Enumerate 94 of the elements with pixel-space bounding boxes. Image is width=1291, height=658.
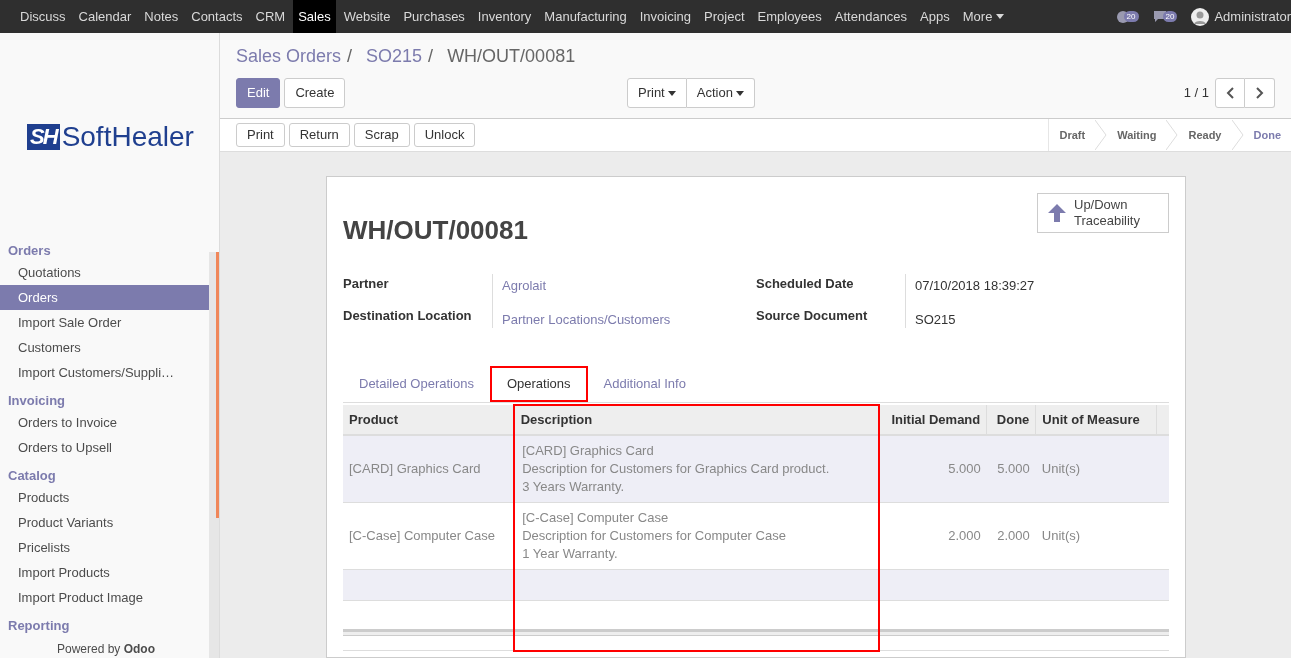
breadcrumb-separator: / [428, 45, 434, 68]
description-cell: [C-Case] Computer Case Description for Customers for Computer Case 1 Year Warranty. [514, 502, 880, 569]
app-menu-item[interactable]: Notes [139, 0, 184, 33]
column-header[interactable]: Description [514, 405, 880, 435]
table-cell: Unit(s) [1035, 502, 1157, 569]
app-menu-item[interactable]: Manufacturing [539, 0, 632, 33]
field-link[interactable]: Partner Locations/Customers [502, 310, 671, 328]
breadcrumb-current: WH/OUT/00081 [447, 45, 576, 68]
field-label: Destination Location [343, 307, 473, 324]
toolbar-button[interactable]: Scrap [353, 123, 410, 147]
app-menu-item[interactable]: Inventory [472, 0, 537, 33]
app-menu-item[interactable]: Attendances [829, 0, 913, 33]
previous-button[interactable] [1215, 78, 1245, 108]
sidebar-section-title: Catalog [7, 466, 57, 485]
toolbar-button[interactable]: Print [236, 123, 285, 147]
sidebar-item[interactable]: Import Product Image [0, 585, 209, 610]
sidebar-item[interactable]: Import Customers/Suppli… [0, 360, 209, 385]
notebook-tab[interactable]: Detailed Operations [343, 366, 490, 402]
secondary-button[interactable]: Create [284, 78, 346, 108]
app-menu-item[interactable]: Purchases [398, 0, 470, 33]
table-cell: 2.000 [986, 502, 1036, 569]
app-menu-item[interactable]: Calendar [73, 0, 137, 33]
powered-by-text: Powered by Odoo [56, 641, 157, 658]
column-header[interactable]: Initial Demand [879, 405, 987, 435]
field-label: Source Document [756, 307, 869, 324]
notebook-tab[interactable]: Additional Info [587, 366, 702, 402]
user-menu[interactable]: Administrator [1191, 6, 1291, 27]
sidebar-section-title: Reporting [7, 616, 71, 635]
table-cell: Unit(s) [1035, 435, 1157, 502]
column-header[interactable]: Product [343, 405, 515, 435]
notebook-tab[interactable]: Operations [489, 366, 588, 402]
primary-button[interactable]: Edit [236, 78, 281, 108]
table-cell: [C-Case] Computer Case [343, 502, 515, 569]
sidebar-item[interactable]: Import Sale Order [0, 310, 209, 335]
sidebar-item[interactable]: Products [0, 485, 209, 510]
app-menu-item[interactable]: Invoicing [634, 0, 697, 33]
company-logo: SH SoftHealer [0, 33, 219, 240]
app-menu-item[interactable]: Discuss [15, 0, 71, 33]
app-menu-item[interactable]: Sales [293, 0, 336, 33]
pager-value: 1 / 1 [1183, 84, 1209, 103]
avatar-icon [1191, 7, 1210, 26]
toolbar-button[interactable]: Unlock [413, 123, 476, 147]
caret-icon [735, 90, 744, 96]
sidebar-item[interactable]: Import Products [0, 560, 209, 585]
next-button[interactable] [1245, 78, 1275, 108]
sidebar-item[interactable]: Orders to Invoice [0, 410, 209, 435]
dropdown-button[interactable]: Print [627, 78, 687, 108]
table-cell: 2.000 [879, 502, 987, 569]
app-menu-item[interactable]: Project [699, 0, 750, 33]
status-step[interactable]: Draft [1049, 126, 1096, 144]
column-header[interactable]: Done [986, 405, 1036, 435]
caret-icon [996, 14, 1005, 19]
field-value: SO215 [915, 311, 957, 328]
field-link[interactable]: Agrolait [502, 276, 671, 294]
more-menu[interactable]: More [957, 0, 1010, 33]
sidebar-item[interactable]: Product Variants [0, 510, 209, 535]
messages-button[interactable]: 20 [1152, 10, 1178, 23]
dropdown-button[interactable]: Action [686, 78, 755, 108]
app-menu-item[interactable]: CRM [250, 0, 291, 33]
sidebar-section-title: Invoicing [7, 391, 67, 410]
sidebar-item[interactable]: Orders [0, 285, 209, 310]
field-value: 07/10/2018 18:39:27 [915, 277, 1035, 294]
table-cell: [CARD] Graphics Card [343, 435, 515, 502]
table-cell: 5.000 [879, 435, 987, 502]
caret-icon [667, 90, 676, 96]
status-step[interactable]: Done [1243, 126, 1291, 144]
app-menu-item[interactable]: Contacts [186, 0, 248, 33]
field-label: Scheduled Date [756, 275, 855, 292]
toolbar-button[interactable]: Return [288, 123, 350, 147]
chevron-right-icon [1255, 87, 1264, 99]
sidebar-section-title: Orders [7, 241, 52, 260]
app-menu-item[interactable]: Apps [915, 0, 955, 33]
status-step[interactable]: Waiting [1107, 126, 1167, 144]
sidebar-item[interactable]: Quotations [0, 260, 209, 285]
activity-button[interactable]: 20 [1115, 9, 1139, 24]
app-menu-item[interactable]: Website [338, 0, 396, 33]
breadcrumb-separator: / [347, 45, 353, 68]
activity-count: 20 [1123, 11, 1139, 22]
sidebar-item[interactable]: Pricelists [0, 535, 209, 560]
message-count: 20 [1162, 11, 1178, 22]
traceability-button[interactable]: Up/Down Traceability [1037, 193, 1169, 233]
column-header[interactable]: Unit of Measure [1035, 405, 1157, 435]
table-cell: 5.000 [986, 435, 1036, 502]
chevron-left-icon [1226, 87, 1234, 99]
description-cell: [CARD] Graphics Card Description for Customers for Graphics Card product. 3 Years Warranty. [514, 435, 880, 502]
field-label: Partner [343, 275, 390, 292]
record-title: WH/OUT/00081 [343, 214, 528, 247]
sidebar-item[interactable]: Customers [0, 335, 209, 360]
breadcrumb-link[interactable]: Sales Orders [236, 43, 342, 70]
breadcrumb-link[interactable]: SO215 [366, 43, 423, 70]
status-step[interactable]: Ready [1178, 126, 1232, 144]
arrow-up-icon [1046, 202, 1068, 224]
app-menu-item[interactable]: Employees [752, 0, 827, 33]
sidebar-item[interactable]: Orders to Upsell [0, 435, 209, 460]
